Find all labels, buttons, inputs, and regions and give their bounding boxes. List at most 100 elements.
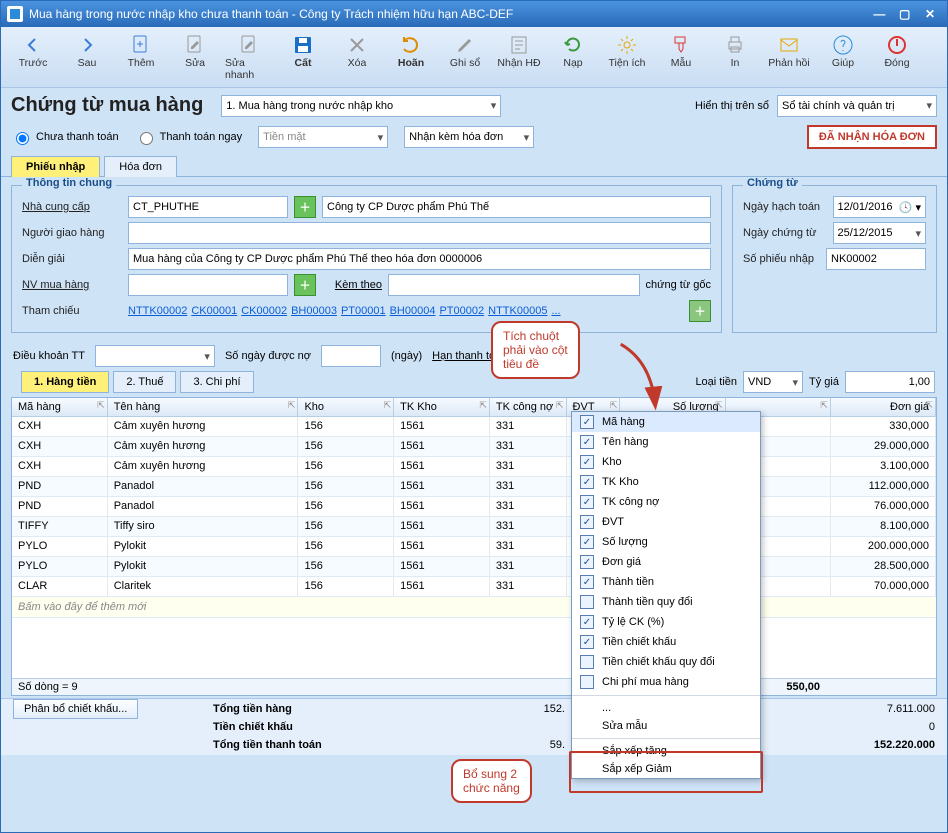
ref-link[interactable]: NTTK00002 [128, 305, 187, 317]
toolbar-undo-button[interactable]: Hoãn [385, 31, 437, 83]
toolbar-refresh-button[interactable]: Nạp [547, 31, 599, 83]
table-row[interactable]: CXHCảm xuyên hương1561561331000,0029.000… [12, 437, 936, 457]
attach-label[interactable]: Kèm theo [322, 279, 382, 291]
tab-chi-phi[interactable]: 3. Chi phí [180, 371, 253, 393]
add-ref-button[interactable]: ＋ [689, 300, 711, 322]
date-post-input[interactable]: 12/01/2016🕓 ▾ [833, 196, 927, 218]
grid-cell[interactable]: PYLO [12, 557, 108, 577]
context-menu-item[interactable]: ✓Tỷ lệ CK (%) [572, 612, 760, 632]
maximize-button[interactable]: ▢ [894, 7, 916, 21]
pay-method-select[interactable]: Tiền mặt▾ [258, 126, 388, 148]
grid-cell[interactable]: CXH [12, 457, 108, 477]
grid-header-cell[interactable]: TK Kho⇱ [394, 398, 490, 417]
toolbar-tmpl-button[interactable]: Mẫu [655, 31, 707, 83]
context-menu-item[interactable]: Chi phí mua hàng [572, 672, 760, 692]
toolbar-invoice-button[interactable]: Nhận HĐ [493, 31, 545, 83]
minimize-button[interactable]: — [868, 7, 890, 21]
context-menu-item[interactable]: ✓ĐVT [572, 512, 760, 532]
grid-cell[interactable]: Cảm xuyên hương [108, 417, 299, 437]
supplier-label[interactable]: Nhà cung cấp [22, 201, 122, 213]
ref-link[interactable]: PT00001 [341, 305, 386, 317]
grid-cell[interactable]: 330,000 [831, 417, 936, 437]
grid-cell[interactable]: 1561 [394, 417, 490, 437]
grid-cell[interactable]: 156 [298, 417, 394, 437]
grid-cell[interactable]: 1561 [394, 577, 490, 597]
context-menu-item[interactable]: ✓Tên hàng [572, 432, 760, 452]
ref-link[interactable]: ... [551, 305, 560, 317]
grid-cell[interactable]: 156 [298, 477, 394, 497]
tab-phieu-nhap[interactable]: Phiếu nhập [11, 156, 100, 177]
toolbar-util-button[interactable]: Tiện ích [601, 31, 653, 83]
grid-cell[interactable]: 331 [490, 417, 567, 437]
context-menu-item[interactable]: ✓Đơn giá [572, 552, 760, 572]
grid-cell[interactable]: 331 [490, 517, 567, 537]
context-menu-item[interactable]: ... [572, 699, 760, 717]
currency-select[interactable]: VND▾ [743, 371, 803, 393]
grid-cell[interactable]: 156 [298, 457, 394, 477]
table-row[interactable]: PNDPanadol1561561331500,0076.000,000 [12, 497, 936, 517]
received-invoice-button[interactable]: ĐÃ NHẬN HÓA ĐƠN [807, 125, 937, 149]
table-row[interactable]: CXHCảm xuyên hương1561561331000,003.100,… [12, 457, 936, 477]
grid-cell[interactable]: 1561 [394, 517, 490, 537]
tab-hang-tien[interactable]: 1. Hàng tiền [21, 371, 109, 393]
context-menu-item[interactable]: ✓Kho [572, 452, 760, 472]
table-row[interactable]: PYLOPylokit1561561331500,00200.000,000 [12, 537, 936, 557]
grid-cell[interactable]: 28.500,000 [831, 557, 936, 577]
grid-cell[interactable]: PYLO [12, 537, 108, 557]
toolbar-close-button[interactable]: Đóng [871, 31, 923, 83]
grid-cell[interactable]: 156 [298, 497, 394, 517]
ref-link[interactable]: BH00004 [390, 305, 436, 317]
ref-link[interactable]: BH00003 [291, 305, 337, 317]
grid-header-cell[interactable]: TK công nợ⇱ [490, 398, 567, 417]
grid-cell[interactable]: Panadol [108, 497, 299, 517]
grid-cell[interactable]: Cảm xuyên hương [108, 437, 299, 457]
grid-cell[interactable]: CLAR [12, 577, 108, 597]
grid-cell[interactable]: 1561 [394, 497, 490, 517]
grid-header-row[interactable]: Mã hàng⇱Tên hàng⇱Kho⇱TK Kho⇱TK công nợ⇱Đ… [12, 398, 936, 417]
toolbar-save-button[interactable]: Cất [277, 31, 329, 83]
supplier-name-input[interactable] [322, 196, 711, 218]
staff-input[interactable] [128, 274, 288, 296]
grid-cell[interactable]: Cảm xuyên hương [108, 457, 299, 477]
grid-cell[interactable]: 200.000,000 [831, 537, 936, 557]
grid-cell[interactable]: 156 [298, 437, 394, 457]
toolbar-post-button[interactable]: Ghi sổ [439, 31, 491, 83]
grid-cell[interactable]: Pylokit [108, 537, 299, 557]
grid-cell[interactable]: 112.000,000 [831, 477, 936, 497]
table-row[interactable]: TIFFYTiffy siro1561561331500,008.100,000 [12, 517, 936, 537]
grid-cell[interactable]: 331 [490, 497, 567, 517]
ref-link[interactable]: NTTK00005 [488, 305, 547, 317]
grid-cell[interactable]: TIFFY [12, 517, 108, 537]
grid-cell[interactable]: Panadol [108, 477, 299, 497]
context-menu-item[interactable]: Tiền chiết khấu quy đổi [572, 652, 760, 672]
grid-cell[interactable]: 331 [490, 457, 567, 477]
grid-header-cell[interactable]: Tên hàng⇱ [108, 398, 299, 417]
staff-label[interactable]: NV mua hàng [22, 279, 122, 291]
grid-cell[interactable]: 8.100,000 [831, 517, 936, 537]
grid-cell[interactable]: 156 [298, 537, 394, 557]
table-row[interactable]: PNDPanadol1561561331200,00112.000,000 [12, 477, 936, 497]
grid-cell[interactable]: CXH [12, 417, 108, 437]
grid-cell[interactable]: 29.000,000 [831, 437, 936, 457]
table-row[interactable]: PYLOPylokit1561561331500,0028.500,000 [12, 557, 936, 577]
days-input[interactable] [321, 345, 381, 367]
context-menu-item[interactable]: ✓TK công nợ [572, 492, 760, 512]
toolbar-print-button[interactable]: In [709, 31, 761, 83]
grid-cell[interactable]: 76.000,000 [831, 497, 936, 517]
supplier-code-input[interactable] [128, 196, 288, 218]
grid-cell[interactable]: 1561 [394, 477, 490, 497]
date-doc-input[interactable]: 25/12/2015▾ [833, 222, 927, 244]
table-row[interactable]: CXHCảm xuyên hương1561561331000,00330,00… [12, 417, 936, 437]
ref-link[interactable]: PT00002 [439, 305, 484, 317]
grid-cell[interactable]: 1561 [394, 457, 490, 477]
grid-cell[interactable]: 156 [298, 557, 394, 577]
add-supplier-button[interactable]: ＋ [294, 196, 316, 218]
grid-cell[interactable]: 1561 [394, 537, 490, 557]
context-menu-item[interactable]: ✓Số lượng [572, 532, 760, 552]
grid-cell[interactable]: Pylokit [108, 557, 299, 577]
grid-cell[interactable]: 156 [298, 577, 394, 597]
grid-cell[interactable]: 1561 [394, 557, 490, 577]
toolbar-next-button[interactable]: Sau [61, 31, 113, 83]
deliverer-input[interactable] [128, 222, 711, 244]
context-menu-item[interactable]: Thành tiền quy đổi [572, 592, 760, 612]
